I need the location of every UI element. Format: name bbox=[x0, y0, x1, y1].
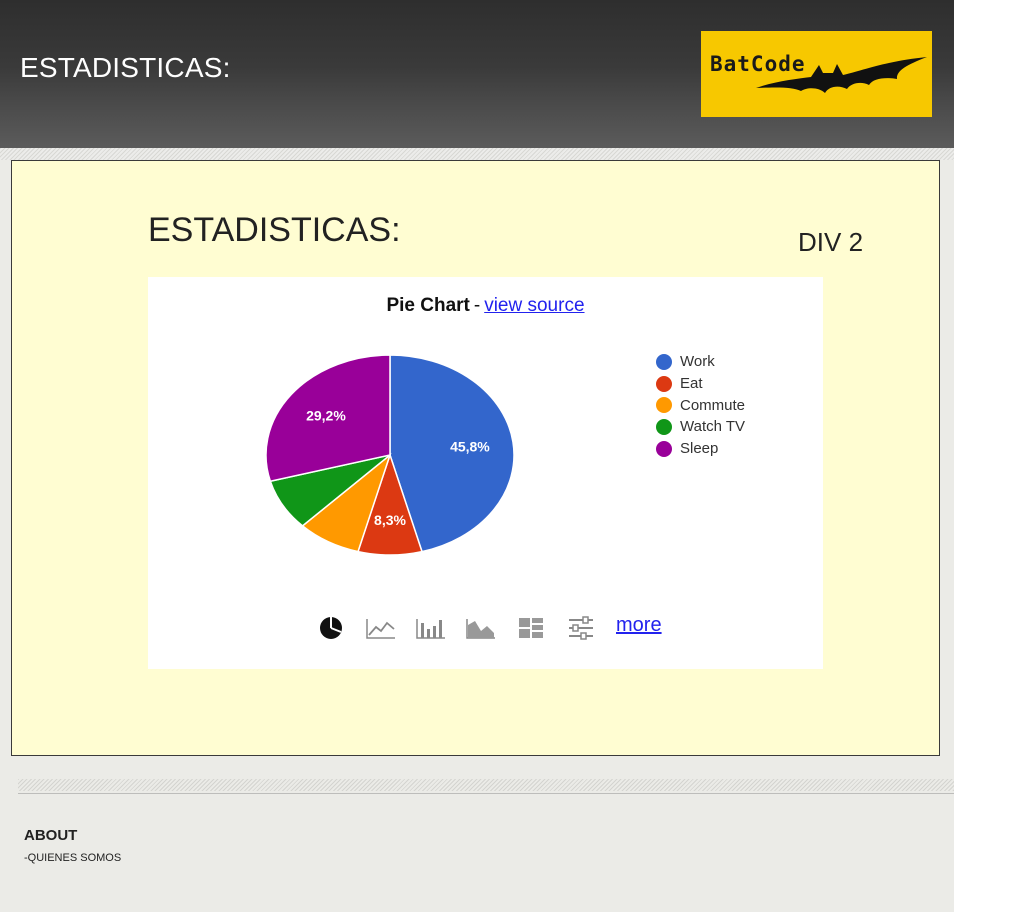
legend-item-commute[interactable]: Commute bbox=[656, 394, 745, 416]
area-chart-icon[interactable] bbox=[466, 614, 496, 642]
legend-item-watch-tv[interactable]: Watch TV bbox=[656, 416, 745, 438]
legend-label: Sleep bbox=[680, 440, 719, 458]
footer-divider bbox=[18, 779, 954, 791]
more-link[interactable]: more bbox=[616, 614, 662, 637]
quienes-somos-link[interactable]: -QUIENES SOMOS bbox=[24, 852, 121, 864]
chart-toolbar: more bbox=[316, 613, 662, 643]
header-divider bbox=[0, 148, 954, 160]
legend-swatch bbox=[656, 397, 672, 414]
legend-item-eat[interactable]: Eat bbox=[656, 373, 745, 395]
header-title: ESTADISTICAS: bbox=[20, 52, 231, 83]
line-chart-icon[interactable] bbox=[366, 614, 396, 642]
legend-label: Eat bbox=[680, 375, 703, 393]
legend-item-sleep[interactable]: Sleep bbox=[656, 438, 745, 460]
batcode-logo[interactable]: BatCode bbox=[701, 31, 932, 117]
legend-swatch bbox=[656, 375, 672, 392]
legend-label: Watch TV bbox=[680, 418, 746, 436]
content-title: ESTADISTICAS: bbox=[148, 211, 401, 249]
settings-sliders-icon[interactable] bbox=[566, 614, 596, 642]
legend-swatch bbox=[656, 418, 672, 435]
pie-label-sleep: 29,2% bbox=[306, 408, 346, 424]
page-header: ESTADISTICAS: BatCode bbox=[0, 0, 954, 148]
treemap-icon[interactable] bbox=[516, 614, 546, 642]
content-box: ESTADISTICAS: DIV 2 Pie Chart - view sourc… bbox=[11, 160, 940, 756]
footer-heading: ABOUT bbox=[24, 827, 78, 844]
chart-panel: Pie Chart - view source 45,8% 8,3% 29,2% Wor… bbox=[148, 277, 823, 669]
legend-item-work[interactable]: Work bbox=[656, 351, 745, 373]
footer-rule bbox=[18, 793, 954, 794]
bar-chart-icon[interactable] bbox=[416, 614, 446, 642]
logo-text: BatCode bbox=[710, 52, 806, 76]
legend-label: Work bbox=[680, 353, 715, 371]
page: ESTADISTICAS: BatCode ESTADISTICAS: DIV … bbox=[0, 0, 954, 912]
legend-swatch bbox=[656, 440, 672, 457]
pie-chart-icon[interactable] bbox=[316, 614, 346, 642]
pie-label-work: 45,8% bbox=[450, 439, 490, 455]
div-label: DIV 2 bbox=[798, 227, 864, 257]
pie-label-eat: 8,3% bbox=[374, 512, 406, 528]
legend-label: Commute bbox=[680, 396, 746, 414]
legend-swatch bbox=[656, 353, 672, 370]
chart-legend: Work Eat Commute Watch TV Sleep bbox=[656, 351, 745, 459]
